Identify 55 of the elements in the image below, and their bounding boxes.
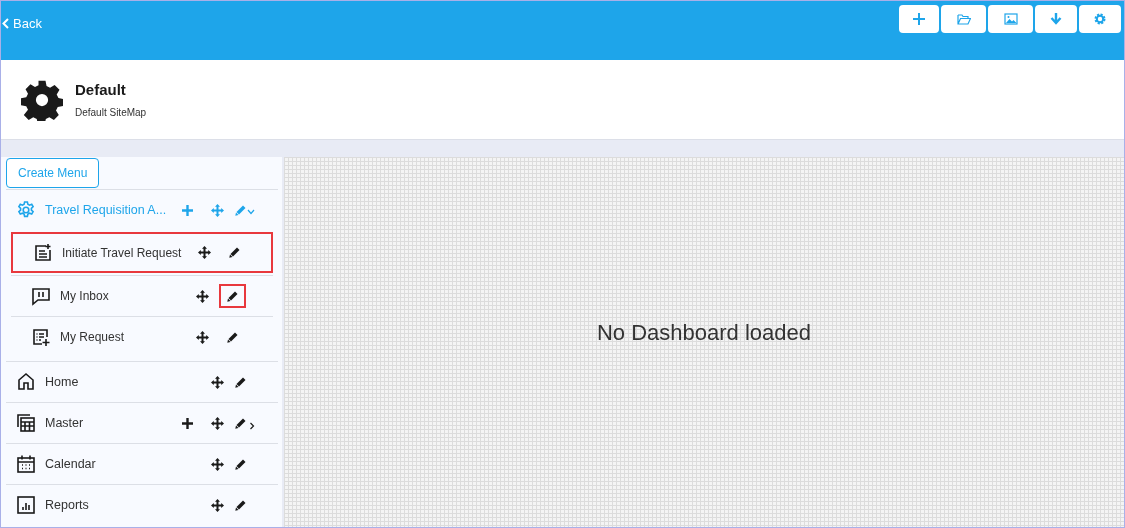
menu-item-label: Reports [45, 496, 90, 514]
chevron-down-icon[interactable] [247, 209, 255, 215]
folder-icon [956, 12, 971, 26]
submenu-item-label: Initiate Travel Request [62, 244, 183, 262]
edit-icon[interactable] [235, 458, 246, 470]
submenu-item[interactable]: My Inbox [11, 275, 273, 316]
grid-icon [16, 413, 36, 433]
menu-item-label: Master [45, 414, 85, 432]
chart-icon [16, 495, 36, 515]
chevron-right-icon[interactable] [249, 421, 255, 430]
edit-icon[interactable] [228, 247, 240, 258]
menu-item-label: Home [45, 373, 80, 391]
chevron-left-icon [2, 18, 9, 30]
menu-item-label: Travel Requisition A... [45, 201, 168, 219]
page-title: Default [75, 79, 127, 100]
gear-icon [16, 200, 36, 220]
submenu-item[interactable]: My Request [11, 316, 273, 357]
toolbar-button[interactable] [1035, 5, 1077, 33]
settings-icon [1093, 12, 1107, 26]
menu-item[interactable]: Reports [6, 484, 278, 525]
add-icon [912, 12, 926, 26]
submenu-item-label: My Inbox [60, 288, 110, 305]
menu-item-label: Calendar [45, 455, 97, 473]
chat-icon [31, 286, 51, 306]
edit-icon[interactable] [226, 290, 238, 302]
empty-dashboard-message: No Dashboard loaded [596, 318, 811, 347]
checklist-icon [31, 327, 51, 347]
edit-icon[interactable] [226, 331, 238, 343]
move-icon[interactable] [197, 246, 211, 259]
image-icon [1003, 12, 1018, 26]
edit-button[interactable] [218, 284, 246, 308]
add-icon[interactable] [181, 417, 193, 429]
arrow-down-icon [1049, 12, 1063, 26]
toolbar-button[interactable] [941, 5, 986, 33]
toolbar-button[interactable] [899, 5, 939, 33]
menu-item[interactable]: Home [6, 361, 278, 402]
edit-icon[interactable] [235, 417, 246, 429]
gear-icon [21, 78, 63, 121]
submenu-item[interactable]: Initiate Travel Request [11, 232, 273, 273]
move-icon[interactable] [210, 457, 224, 471]
submenu-item-label: My Request [60, 329, 126, 346]
move-icon[interactable] [195, 330, 209, 344]
move-icon[interactable] [210, 498, 224, 512]
edit-icon[interactable] [235, 376, 246, 388]
move-icon[interactable] [195, 289, 209, 303]
edit-icon[interactable] [235, 499, 246, 511]
calendar-icon [16, 454, 36, 474]
document-icon [33, 242, 53, 263]
menu-item[interactable]: Calendar [6, 443, 278, 484]
menu-item[interactable]: Master [6, 402, 278, 443]
home-icon [16, 372, 36, 392]
move-icon[interactable] [210, 375, 224, 389]
toolbar-button[interactable] [1079, 5, 1121, 33]
page-subtitle: Default SiteMap [75, 106, 147, 121]
move-icon[interactable] [210, 416, 224, 430]
